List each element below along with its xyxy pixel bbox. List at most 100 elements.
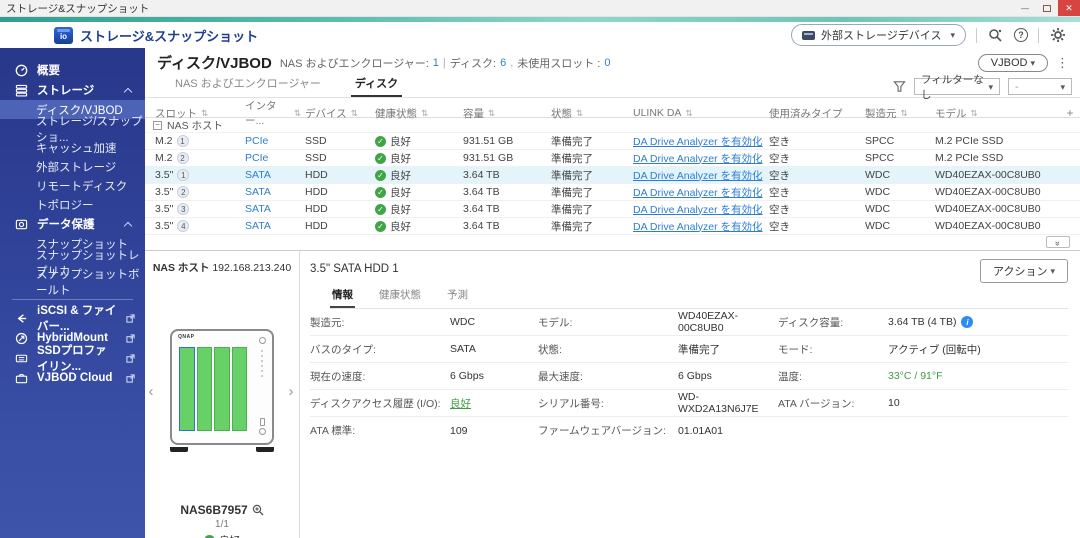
- sidebar-item-remote-disk[interactable]: リモートディスク: [0, 176, 145, 195]
- nas-enclosure-image[interactable]: QNAP: [170, 329, 274, 445]
- cell-device: HDD: [305, 169, 328, 181]
- cell-health: 良好: [371, 151, 459, 166]
- ulink-da-link[interactable]: DA Drive Analyzer を有効化: [629, 151, 765, 166]
- slot-number-badge: 3: [177, 203, 190, 215]
- app-window: ストレージ&スナップショット io ストレージ&スナップショット 外部ストレージ…: [0, 0, 1080, 538]
- secondary-filter-select[interactable]: -: [1008, 78, 1072, 95]
- search-resources-icon[interactable]: [987, 27, 1004, 44]
- detail-tab-info[interactable]: 情報: [330, 285, 355, 308]
- gear-icon[interactable]: [1049, 27, 1066, 44]
- sidebar-item-external-storage[interactable]: 外部ストレージ: [0, 157, 145, 176]
- detail-tab-health[interactable]: 健康状態: [377, 285, 423, 308]
- column-header-manufacturer[interactable]: 製造元: [861, 106, 931, 121]
- cell-model: WD40EZAX-00C8UB0: [935, 203, 1041, 215]
- field-value-mode: アクティブ (回転中): [888, 343, 981, 356]
- maximize-button[interactable]: [1036, 0, 1058, 16]
- collapse-group-icon[interactable]: [153, 120, 162, 130]
- interface-link[interactable]: PCIe: [241, 152, 301, 164]
- chevron-up-icon: [123, 221, 133, 230]
- sidebar-item-topology[interactable]: トポロジー: [0, 195, 145, 214]
- tab-disks[interactable]: ディスク: [350, 72, 403, 97]
- table-row[interactable]: M.22 PCIe SSD 良好 931.51 GB 準備完了 DA Drive…: [145, 150, 1080, 167]
- interface-link[interactable]: SATA: [241, 220, 301, 232]
- column-header-capacity[interactable]: 容量: [459, 106, 547, 121]
- interface-link[interactable]: PCIe: [241, 135, 301, 147]
- ulink-da-link[interactable]: DA Drive Analyzer を有効化: [629, 134, 765, 149]
- sort-icon: [685, 107, 692, 119]
- field-value-status: 準備完了: [678, 343, 720, 356]
- column-header-model[interactable]: モデル: [931, 106, 1060, 121]
- data-protection-icon: [14, 218, 29, 231]
- carousel-prev-icon[interactable]: ‹: [146, 383, 156, 400]
- interface-link[interactable]: SATA: [241, 186, 301, 198]
- cell-used-type: 空き: [769, 169, 790, 182]
- window-controls: [1014, 0, 1080, 16]
- field-value-ata-standard: 109: [450, 424, 468, 437]
- ulink-da-link[interactable]: DA Drive Analyzer を有効化: [629, 168, 765, 183]
- column-header-used-type[interactable]: 使用済みタイプ: [765, 106, 861, 121]
- ulink-da-link[interactable]: DA Drive Analyzer を有効化: [629, 185, 765, 200]
- vjbod-button[interactable]: VJBOD: [977, 53, 1048, 72]
- sidebar-item-overview[interactable]: 概要: [0, 60, 145, 80]
- tab-nas-and-enclosure[interactable]: NAS およびエンクロージャー: [171, 72, 325, 97]
- column-header-ulink-da[interactable]: ULINK DA: [629, 107, 765, 119]
- info-icon[interactable]: [961, 316, 974, 328]
- table-row[interactable]: 3.5"3 SATA HDD 良好 3.64 TB 準備完了 DA Drive …: [145, 201, 1080, 218]
- column-header-interface[interactable]: インター...: [241, 98, 301, 128]
- field-value-capacity: 3.64 TB (4 TB): [888, 316, 1068, 328]
- interface-link[interactable]: SATA: [241, 169, 301, 181]
- tab-strip: NAS およびエンクロージャー ディスク フィルターなし -: [145, 74, 1080, 101]
- action-button[interactable]: アクション: [980, 259, 1068, 283]
- bottom-panels: NAS ホスト 192.168.213.240 ‹ › QNAP NAS6B79…: [145, 250, 1080, 538]
- table-row[interactable]: 3.5"4 SATA HDD 良好 3.64 TB 準備完了 DA Drive …: [145, 218, 1080, 235]
- more-options-icon[interactable]: [1056, 55, 1068, 71]
- add-column-button[interactable]: +: [1060, 106, 1080, 120]
- table-row[interactable]: M.21 PCIe SSD 良好 931.51 GB 準備完了 DA Drive…: [145, 133, 1080, 150]
- enclosure-count: 1: [432, 56, 439, 69]
- external-storage-device-button[interactable]: 外部ストレージデバイス: [791, 24, 966, 46]
- minimize-button[interactable]: [1014, 0, 1036, 16]
- column-header-health[interactable]: 健康状態: [371, 106, 459, 121]
- close-button[interactable]: [1058, 0, 1080, 16]
- field-label: 最大速度:: [538, 370, 583, 383]
- drive-bay-4[interactable]: [231, 347, 247, 431]
- ulink-da-link[interactable]: DA Drive Analyzer を有効化: [629, 202, 765, 217]
- cell-model: M.2 PCIe SSD: [935, 135, 1004, 147]
- detail-tab-prediction[interactable]: 予測: [445, 285, 470, 308]
- collapse-detail-button[interactable]: [1046, 236, 1070, 248]
- interface-link[interactable]: SATA: [241, 203, 301, 215]
- sort-icon: [971, 107, 978, 119]
- disk-detail-panel: 3.5" SATA HDD 1 アクション 情報 健康状態 予測 製造元: WD…: [300, 251, 1080, 538]
- storage-device-icon: [802, 30, 816, 40]
- field-value-manufacturer: WDC: [450, 316, 476, 328]
- table-row[interactable]: 3.5"2 SATA HDD 良好 3.64 TB 準備完了 DA Drive …: [145, 184, 1080, 201]
- sidebar-link-ssd-profiling[interactable]: SSDプロファイリン...: [0, 345, 145, 373]
- help-icon[interactable]: ?: [1014, 28, 1028, 42]
- table-footer: [145, 235, 1080, 250]
- column-header-device[interactable]: デバイス: [301, 106, 371, 121]
- sidebar-item-storage-snapshots[interactable]: ストレージ/スナップショ...: [0, 116, 145, 144]
- field-value-disk-access[interactable]: 良好: [450, 396, 538, 411]
- sidebar-section-data-protection[interactable]: データ保護: [0, 214, 145, 234]
- divider: [1038, 27, 1039, 43]
- field-value-model: WD40EZAX-00C8UB0: [678, 310, 739, 334]
- carousel-next-icon[interactable]: ›: [286, 383, 296, 400]
- host-ip: 192.168.213.240: [212, 262, 292, 274]
- window-titlebar: ストレージ&スナップショット: [0, 0, 1080, 17]
- health-ok-icon: [375, 135, 386, 147]
- drive-bay-1[interactable]: [179, 347, 195, 431]
- drive-bay-3[interactable]: [214, 347, 230, 431]
- sidebar-item-snapshot-vault[interactable]: スナップショットボールト: [0, 269, 145, 297]
- page-subtitle: NAS およびエンクロージャー: 1 | ディスク: 6 , 未使用スロット :…: [279, 56, 611, 70]
- column-header-status[interactable]: 状態: [547, 106, 629, 121]
- filter-select[interactable]: フィルターなし: [914, 74, 1000, 101]
- enclosure-health: 良好: [145, 533, 299, 538]
- sidebar-link-iscsi-fibre[interactable]: iSCSI & ファイバー...: [0, 305, 145, 333]
- zoom-in-icon[interactable]: [252, 504, 264, 516]
- ulink-da-link[interactable]: DA Drive Analyzer を有効化: [629, 219, 765, 234]
- filter-funnel-icon[interactable]: [893, 80, 906, 93]
- table-row-selected[interactable]: 3.5"1 SATA HDD 良好 3.64 TB 準備完了 DA Drive …: [145, 167, 1080, 184]
- cell-manufacturer: SPCC: [865, 152, 895, 164]
- sidebar-section-storage[interactable]: ストレージ: [0, 80, 145, 100]
- drive-bay-2[interactable]: [196, 347, 212, 431]
